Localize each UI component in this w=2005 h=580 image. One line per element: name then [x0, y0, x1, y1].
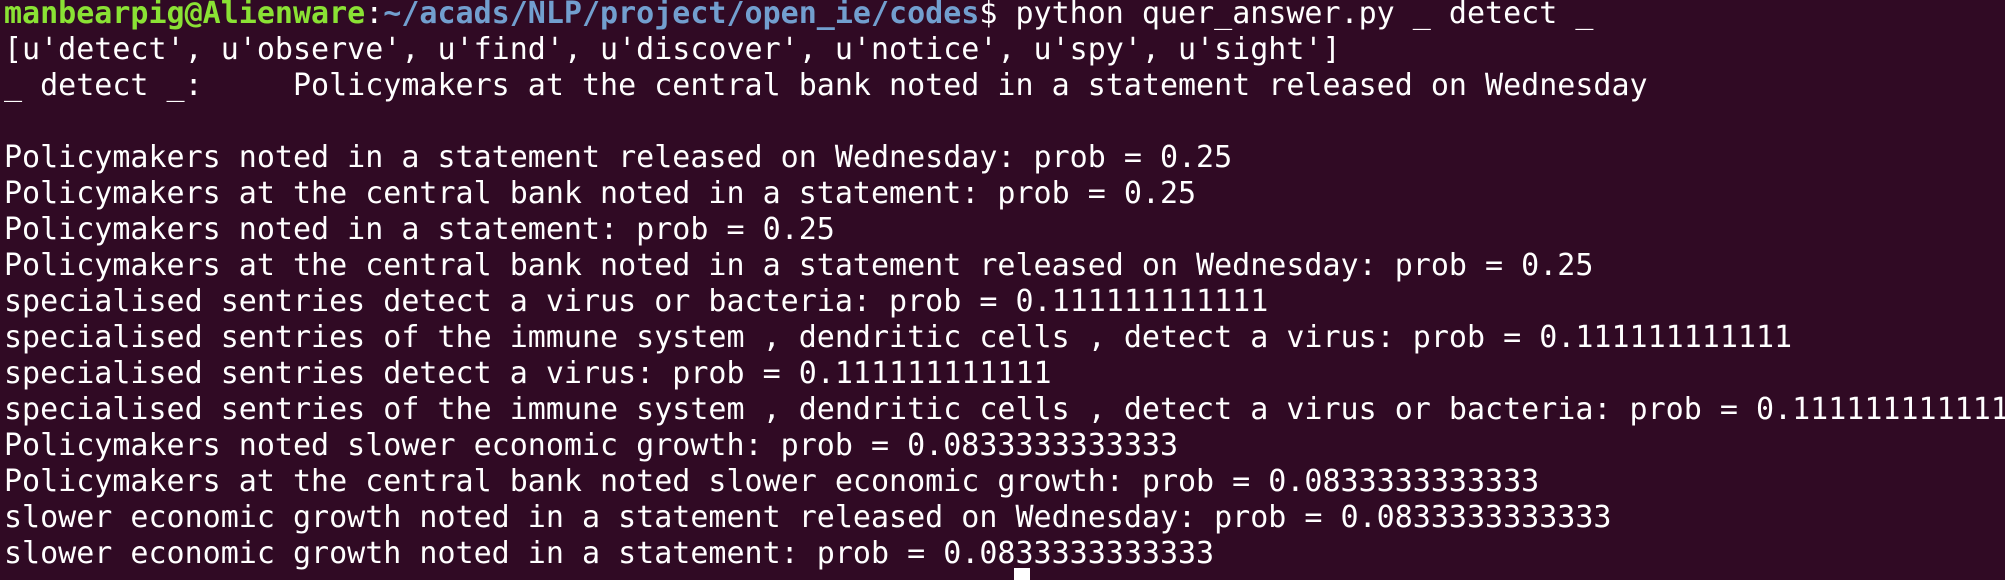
- output-line: Policymakers noted in a statement releas…: [4, 140, 1233, 175]
- output-line: Policymakers at the central bank noted i…: [4, 176, 1197, 211]
- prompt-user-host: manbearpig@Alienware: [4, 0, 366, 31]
- output-line: specialised sentries detect a virus or b…: [4, 284, 1269, 319]
- output-line: Policymakers noted slower economic growt…: [4, 428, 1178, 463]
- command-text: python quer_answer.py _ detect _: [997, 0, 1594, 31]
- output-line: [u'detect', u'observe', u'find', u'disco…: [4, 32, 1341, 67]
- output-line: Policymakers noted in a statement: prob …: [4, 212, 835, 247]
- prompt-separator: :: [365, 0, 384, 31]
- output-line: slower economic growth noted in a statem…: [4, 536, 1215, 571]
- output-line: slower economic growth noted in a statem…: [4, 500, 1612, 535]
- command-prompt-line: manbearpig@Alienware:~/acads/NLP/project…: [4, 0, 1593, 32]
- terminal-window[interactable]: manbearpig@Alienware:~/acads/NLP/project…: [0, 0, 2005, 580]
- output-line: Policymakers at the central bank noted i…: [4, 248, 1594, 283]
- text-cursor: [1014, 568, 1030, 580]
- prompt-path: ~/acads/NLP/project/open_ie/codes: [383, 0, 980, 31]
- prompt-symbol: $: [979, 0, 998, 31]
- output-line: specialised sentries of the immune syste…: [4, 320, 1793, 355]
- cursor-line: [1010, 566, 1030, 580]
- output-line: specialised sentries detect a virus: pro…: [4, 356, 1052, 391]
- output-line: specialised sentries of the immune syste…: [4, 392, 2005, 427]
- output-line: _ detect _: Policymakers at the central …: [4, 68, 1648, 103]
- output-line: Policymakers at the central bank noted s…: [4, 464, 1540, 499]
